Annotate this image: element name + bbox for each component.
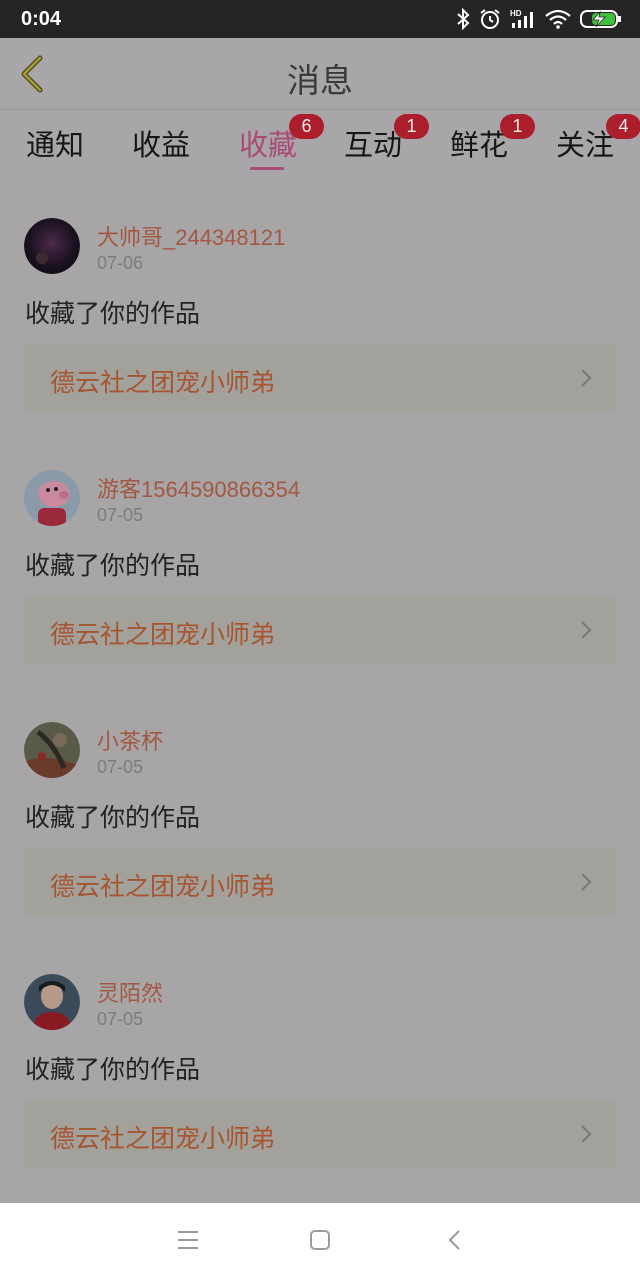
- tab-label: 关注: [556, 128, 615, 162]
- wifi-icon: [545, 9, 571, 29]
- tab-earnings[interactable]: 收益: [132, 122, 190, 164]
- svg-text:HD: HD: [510, 9, 522, 18]
- work-link[interactable]: 德云社之团宠小师弟: [24, 596, 616, 664]
- hd-signal-icon: HD: [510, 9, 533, 28]
- menu-icon[interactable]: [178, 1229, 198, 1251]
- work-title: 德云社之团宠小师弟: [50, 620, 276, 649]
- tab-interaction[interactable]: 互动 1: [344, 114, 429, 164]
- system-nav-bar: [0, 1203, 640, 1280]
- tab-follow[interactable]: 关注 4: [556, 114, 640, 164]
- chevron-right-icon: [581, 621, 592, 639]
- work-link[interactable]: 德云社之团宠小师弟: [24, 848, 616, 916]
- chevron-right-icon: [581, 1125, 592, 1143]
- action-text: 收藏了你的作品: [25, 1055, 201, 1084]
- avatar[interactable]: [24, 722, 80, 778]
- tab-label: 通知: [26, 128, 85, 162]
- tab-label: 互动: [344, 128, 403, 162]
- avatar[interactable]: [24, 218, 80, 274]
- active-tab-indicator: [250, 167, 284, 170]
- tab-flowers[interactable]: 鲜花 1: [450, 114, 535, 164]
- badge-interaction: 1: [394, 114, 429, 139]
- badge-follow: 4: [606, 114, 640, 139]
- action-text: 收藏了你的作品: [25, 551, 201, 580]
- status-bar: 0:04 HD: [0, 0, 640, 38]
- tab-label: 收藏: [239, 128, 298, 162]
- status-icons: HD: [456, 8, 622, 30]
- work-title: 德云社之团宠小师弟: [50, 1124, 276, 1153]
- alarm-icon: [480, 9, 500, 29]
- user-name[interactable]: 游客1564590866354: [97, 472, 300, 504]
- post-date: 07-05: [97, 505, 144, 525]
- header: 消息: [0, 38, 640, 110]
- page-title: 消息: [287, 61, 353, 100]
- list-item: 小茶杯 07-05 收藏了你的作品 德云社之团宠小师弟: [0, 700, 640, 934]
- post-date: 07-05: [97, 757, 144, 777]
- work-link[interactable]: 德云社之团宠小师弟: [24, 344, 616, 412]
- tab-bar: 通知 收益 收藏 6 互动 1 鲜花 1 关注 4: [0, 110, 640, 178]
- list-item: 游客1564590866354 07-05 收藏了你的作品 德云社之团宠小师弟: [0, 448, 640, 682]
- tab-label: 收益: [132, 128, 191, 162]
- post-date: 07-05: [97, 1009, 144, 1029]
- list-item: 灵陌然 07-05 收藏了你的作品 德云社之团宠小师弟: [0, 952, 640, 1186]
- chevron-right-icon: [581, 369, 592, 387]
- status-time: 0:04: [21, 7, 62, 30]
- user-name[interactable]: 大帅哥_244348121: [97, 220, 285, 252]
- tab-notifications[interactable]: 通知: [26, 122, 84, 164]
- action-text: 收藏了你的作品: [25, 803, 201, 832]
- badge-favorites: 6: [289, 114, 324, 139]
- badge-flowers: 1: [500, 114, 535, 139]
- work-title: 德云社之团宠小师弟: [50, 872, 276, 901]
- battery-charging-icon: [580, 10, 621, 28]
- post-date: 07-06: [97, 253, 144, 273]
- work-title: 德云社之团宠小师弟: [50, 368, 276, 397]
- avatar[interactable]: [24, 470, 80, 526]
- avatar[interactable]: [24, 974, 80, 1030]
- tab-favorites[interactable]: 收藏 6: [239, 114, 324, 164]
- back-arrow-icon[interactable]: [447, 1229, 461, 1251]
- tab-label: 鲜花: [450, 128, 509, 162]
- user-name[interactable]: 小茶杯: [97, 724, 163, 756]
- list-item: 大帅哥_244348121 07-06 收藏了你的作品 德云社之团宠小师弟: [0, 196, 640, 430]
- bluetooth-icon: [457, 8, 470, 30]
- work-link[interactable]: 德云社之团宠小师弟: [24, 1100, 616, 1168]
- chevron-right-icon: [581, 873, 592, 891]
- home-square-icon[interactable]: [310, 1229, 330, 1251]
- action-text: 收藏了你的作品: [25, 299, 201, 328]
- user-name[interactable]: 灵陌然: [97, 976, 163, 1008]
